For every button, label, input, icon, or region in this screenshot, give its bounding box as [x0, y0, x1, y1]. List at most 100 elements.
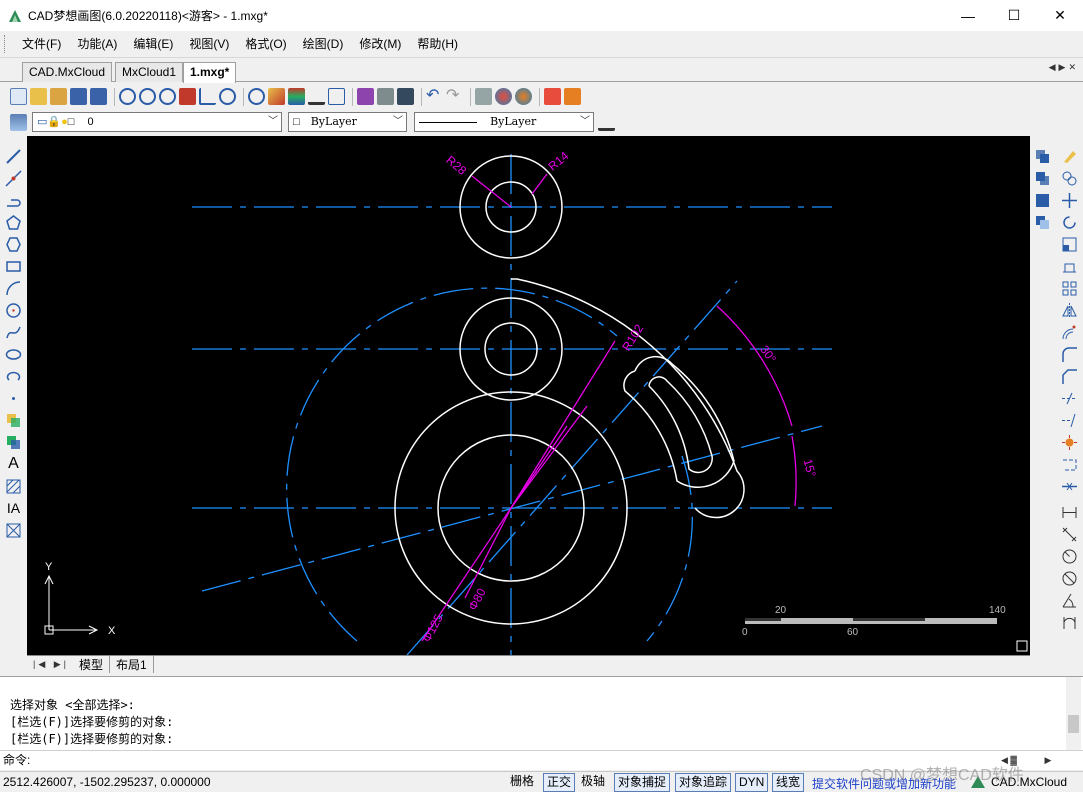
print-icon[interactable] [475, 88, 492, 105]
menu-edit[interactable]: 编辑(E) [125, 33, 181, 55]
menu-file[interactable]: 文件(F) [14, 33, 69, 55]
pen-icon[interactable] [268, 88, 285, 105]
chamfer-icon[interactable] [1061, 368, 1078, 385]
scale-icon[interactable] [1061, 236, 1078, 253]
layer-select[interactable]: ▭🔒●□ 0 ﹀ [32, 112, 282, 132]
extend-icon[interactable] [1061, 412, 1078, 429]
menu-format[interactable]: 格式(O) [237, 33, 294, 55]
zoom-window-icon[interactable] [139, 88, 156, 105]
close-button[interactable]: ✕ [1037, 0, 1083, 31]
brush-icon[interactable] [377, 88, 394, 105]
command-scrollbar[interactable] [1066, 677, 1081, 751]
text-icon[interactable]: A [5, 455, 22, 472]
break-icon[interactable] [1061, 456, 1078, 473]
stretch-icon[interactable] [1061, 258, 1078, 275]
toggle-lineweight[interactable]: 线宽 [772, 773, 805, 792]
move-icon[interactable] [1061, 192, 1078, 209]
tab-mxcloud1[interactable]: MxCloud1 [115, 62, 184, 82]
toggle-dyn[interactable]: DYN [735, 773, 769, 792]
tab-model[interactable]: 模型 [73, 656, 111, 673]
draw-order-above-icon[interactable] [1034, 192, 1051, 209]
dim-radius-icon[interactable] [1061, 548, 1078, 565]
array-icon[interactable] [1061, 280, 1078, 297]
arc-icon[interactable] [5, 280, 22, 297]
trim-icon[interactable] [1061, 390, 1078, 407]
toggle-ortho[interactable]: 正交 [543, 773, 576, 792]
dim-arc-icon[interactable] [1061, 614, 1078, 631]
menu-function[interactable]: 功能(A) [69, 33, 125, 55]
erase-icon[interactable] [1061, 148, 1078, 165]
tab-nav-arrows[interactable]: ◀▶✕ [1049, 62, 1079, 73]
toggle-polar[interactable]: 极轴 [578, 773, 608, 792]
toggle-grid[interactable]: 栅格 [507, 773, 537, 792]
linetype-icon[interactable] [308, 88, 325, 105]
explode-icon[interactable] [1061, 434, 1078, 451]
layer-color-icon[interactable] [288, 88, 305, 105]
ellipse-arc-icon[interactable] [5, 368, 22, 385]
menu-draw[interactable]: 绘图(D) [295, 33, 352, 55]
share-icon[interactable] [515, 88, 532, 105]
match-properties-icon[interactable] [357, 88, 374, 105]
zoom-in-icon[interactable] [159, 88, 176, 105]
undo-icon[interactable]: ↶ [426, 88, 443, 105]
open-folder-icon[interactable] [50, 88, 67, 105]
make-block-icon[interactable] [5, 434, 22, 451]
dim-aligned-icon[interactable] [1061, 526, 1078, 543]
lineweight-icon[interactable] [598, 114, 615, 131]
tab-1-mxg[interactable]: 1.mxg* [183, 62, 237, 83]
properties-icon[interactable] [328, 88, 345, 105]
menu-modify[interactable]: 修改(M) [351, 33, 409, 55]
layer-manager-icon[interactable] [10, 114, 27, 131]
mtext-icon[interactable]: IA [5, 500, 22, 517]
hatch-icon[interactable] [5, 478, 22, 495]
spline-icon[interactable] [5, 324, 22, 341]
ucs-icon[interactable] [199, 88, 216, 105]
find-icon[interactable] [248, 88, 265, 105]
join-icon[interactable] [1061, 478, 1078, 495]
insert-block-icon[interactable] [5, 412, 22, 429]
cloud-icon[interactable] [495, 88, 512, 105]
minimize-button[interactable]: — [945, 0, 991, 31]
new-file-icon[interactable] [10, 88, 27, 105]
fillet-icon[interactable] [1061, 346, 1078, 363]
point-icon[interactable] [5, 390, 22, 407]
rotate-icon[interactable] [1061, 214, 1078, 231]
drawing-canvas[interactable]: R28 R14 R102 30° 15° Φ80 Φ125 Y X 20 140… [27, 136, 1030, 655]
polygon-icon[interactable] [5, 214, 22, 231]
tab-layout1[interactable]: 布局1 [110, 656, 154, 673]
line-icon[interactable] [5, 148, 22, 165]
layout-nav-arrows[interactable]: |◀ ▶| [33, 659, 69, 670]
color-select[interactable]: □ ByLayer ﹀ [288, 112, 407, 132]
table-icon[interactable] [5, 522, 22, 539]
zoom-extents-icon[interactable] [219, 88, 236, 105]
bring-front-icon[interactable] [1034, 148, 1051, 165]
dim-angular-icon[interactable] [1061, 592, 1078, 609]
block-icon[interactable] [397, 88, 414, 105]
polyline-icon[interactable] [5, 192, 22, 209]
linetype-select[interactable]: ByLayer ﹀ [414, 112, 594, 132]
scrollbar-thumb[interactable] [1068, 715, 1079, 733]
pdf-export-icon[interactable] [544, 88, 561, 105]
toggle-otrack[interactable]: 对象追踪 [675, 773, 732, 792]
send-back-icon[interactable] [1034, 170, 1051, 187]
maximize-button[interactable]: ☐ [991, 0, 1037, 31]
tab-cad-mxcloud[interactable]: CAD.MxCloud [22, 62, 113, 82]
redo-icon[interactable]: ↷ [446, 88, 463, 105]
mirror-icon[interactable] [1061, 302, 1078, 319]
rectangle-icon[interactable] [5, 258, 22, 275]
dim-linear-icon[interactable] [1061, 504, 1078, 521]
draw-order-below-icon[interactable] [1034, 214, 1051, 231]
image-export-icon[interactable] [564, 88, 581, 105]
save-as-icon[interactable] [90, 88, 107, 105]
circle-icon[interactable] [5, 302, 22, 319]
copy-icon[interactable] [1061, 170, 1078, 187]
hexagon-icon[interactable] [5, 236, 22, 253]
offset-icon[interactable] [1061, 324, 1078, 341]
dim-diameter-icon[interactable] [1061, 570, 1078, 587]
open-file-icon[interactable] [30, 88, 47, 105]
menu-view[interactable]: 视图(V) [181, 33, 237, 55]
zoom-realtime-icon[interactable] [119, 88, 136, 105]
xline-icon[interactable] [5, 170, 22, 187]
pan-icon[interactable] [179, 88, 196, 105]
save-icon[interactable] [70, 88, 87, 105]
